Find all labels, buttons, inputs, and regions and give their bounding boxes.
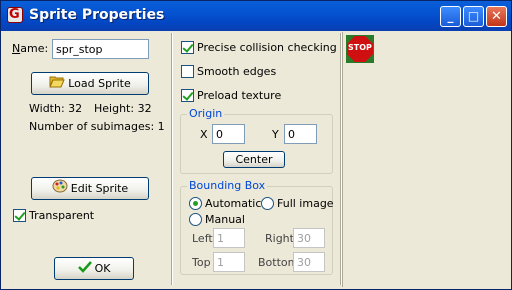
subimages-text: Number of subimages: 1 (29, 120, 165, 133)
window-title: Sprite Properties (29, 7, 165, 23)
preload-texture-label: Preload texture (197, 89, 282, 102)
bbox-full-image-radio[interactable] (261, 197, 274, 210)
sprite-image: STOP (346, 35, 374, 63)
edit-sprite-label: Edit Sprite (70, 182, 129, 195)
app-icon[interactable]: G (7, 7, 23, 23)
bbox-full-image-label: Full image (277, 197, 334, 210)
bbox-left-input[interactable] (213, 228, 245, 248)
sprite-preview-area[interactable]: STOP (342, 32, 509, 287)
bbox-bottom-input[interactable] (293, 252, 325, 272)
origin-y-label: Y (272, 128, 279, 141)
center-button[interactable]: Center (223, 151, 285, 168)
panel-divider (171, 33, 173, 285)
maximize-icon: □ (467, 9, 480, 23)
height-text: Height: 32 (94, 102, 152, 115)
edit-sprite-button[interactable]: Edit Sprite (31, 177, 149, 200)
width-text: Width: 32 (29, 102, 83, 115)
bbox-manual-radio[interactable] (189, 213, 202, 226)
bbox-automatic-label: Automatic (205, 197, 262, 210)
smooth-edges-checkbox[interactable] (181, 65, 194, 78)
checkmark-icon (77, 259, 92, 280)
preload-texture-checkbox[interactable] (181, 89, 194, 102)
bbox-manual-label: Manual (205, 213, 245, 226)
folder-open-icon (49, 74, 65, 95)
precise-collision-label: Precise collision checking (197, 41, 337, 54)
sprite-properties-window: G Sprite Properties _ □ ✕ Name: Load Spr… (0, 0, 512, 290)
bbox-automatic-radio[interactable] (189, 197, 202, 210)
bbox-top-label: Top (192, 256, 211, 269)
title-bar[interactable]: G Sprite Properties _ □ ✕ (1, 1, 511, 31)
palette-icon (52, 179, 68, 200)
bbox-top-input[interactable] (213, 252, 245, 272)
origin-x-input[interactable] (212, 124, 245, 144)
minimize-button[interactable]: _ (440, 6, 461, 27)
minimize-icon: _ (447, 9, 454, 23)
close-icon: ✕ (491, 9, 502, 24)
maximize-button[interactable]: □ (463, 6, 484, 27)
name-label: Name: (12, 42, 49, 55)
origin-y-input[interactable] (284, 124, 317, 144)
transparent-label: Transparent (29, 209, 95, 222)
origin-x-label: X (200, 128, 208, 141)
precise-collision-checkbox[interactable] (181, 41, 194, 54)
load-sprite-button[interactable]: Load Sprite (31, 72, 149, 95)
ok-button[interactable]: OK (54, 257, 134, 280)
bounding-box-title: Bounding Box (187, 179, 268, 192)
load-sprite-label: Load Sprite (68, 77, 131, 90)
stop-sign-text: STOP (348, 43, 372, 52)
transparent-checkbox[interactable] (13, 209, 26, 222)
bbox-right-input[interactable] (293, 228, 325, 248)
bbox-left-label: Left (192, 232, 213, 245)
bbox-right-label: Right (265, 232, 294, 245)
smooth-edges-label: Smooth edges (197, 65, 277, 78)
ok-label: OK (94, 262, 111, 275)
name-input[interactable] (52, 39, 149, 59)
close-button[interactable]: ✕ (486, 6, 507, 27)
origin-title: Origin (187, 107, 225, 120)
